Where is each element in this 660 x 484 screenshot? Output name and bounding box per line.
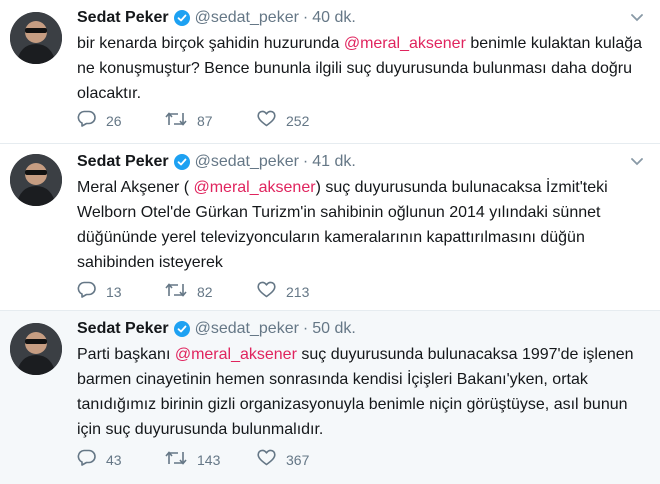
tweet-feed: Sedat Peker @sedat_peker · 40 dk. bir ke…: [0, 0, 660, 484]
mention-link[interactable]: @meral_aksener: [193, 179, 315, 196]
verified-badge-icon: [173, 154, 190, 170]
like-count: 367: [286, 452, 310, 468]
timestamp[interactable]: 50 dk.: [312, 320, 356, 338]
avatar[interactable]: [10, 154, 62, 206]
tweet-text-part: bir kenarda birçok şahidin huzurunda: [77, 35, 344, 52]
tweet[interactable]: Sedat Peker @sedat_peker · 40 dk. bir ke…: [0, 0, 660, 144]
tweet-text: Meral Akşener ( @meral_aksener) suç duyu…: [77, 175, 647, 275]
retweet-button[interactable]: 143: [165, 450, 257, 471]
heart-icon: [257, 281, 276, 303]
user-name[interactable]: Sedat Peker: [77, 153, 169, 171]
user-name[interactable]: Sedat Peker: [77, 320, 169, 338]
separator-dot: ·: [302, 153, 309, 170]
tweet-header: Sedat Peker @sedat_peker · 50 dk.: [77, 318, 356, 340]
mention-link[interactable]: @meral_aksener: [344, 35, 466, 52]
separator-dot: ·: [302, 9, 309, 26]
tweet-header: Sedat Peker @sedat_peker · 41 dk.: [77, 151, 356, 173]
tweet-text: Parti başkanı @meral_aksener suç duyurus…: [77, 342, 647, 442]
retweet-button[interactable]: 87: [165, 111, 257, 132]
avatar[interactable]: [10, 323, 62, 375]
timestamp[interactable]: 41 dk.: [312, 153, 356, 171]
chevron-down-icon[interactable]: [630, 13, 644, 23]
user-name[interactable]: Sedat Peker: [77, 9, 169, 27]
reply-button[interactable]: 13: [77, 281, 165, 303]
reply-icon: [77, 281, 96, 303]
tweet[interactable]: Sedat Peker @sedat_peker · 50 dk. Parti …: [0, 311, 660, 484]
chevron-down-icon[interactable]: [630, 157, 644, 167]
reply-button[interactable]: 26: [77, 110, 165, 132]
reply-button[interactable]: 43: [77, 449, 165, 471]
like-button[interactable]: 367: [257, 449, 347, 471]
reply-count: 43: [106, 452, 122, 468]
retweet-count: 87: [197, 113, 213, 129]
tweet-actions: 43 143 367: [77, 449, 347, 471]
reply-count: 26: [106, 113, 122, 129]
separator-dot: ·: [302, 320, 309, 337]
reply-icon: [77, 110, 96, 132]
heart-icon: [257, 449, 276, 471]
verified-badge-icon: [173, 10, 190, 26]
retweet-icon: [165, 282, 187, 303]
retweet-icon: [165, 450, 187, 471]
tweet-header: Sedat Peker @sedat_peker · 40 dk.: [77, 7, 356, 29]
tweet-text-part: Meral Akşener (: [77, 179, 194, 196]
retweet-count: 82: [197, 284, 213, 300]
tweet-actions: 13 82 213: [77, 281, 347, 303]
retweet-icon: [165, 111, 187, 132]
user-handle[interactable]: @sedat_peker: [195, 9, 299, 27]
tweet-actions: 26 87 252: [77, 110, 347, 132]
tweet-text-part: Parti başkanı: [77, 346, 175, 363]
avatar[interactable]: [10, 12, 62, 64]
reply-count: 13: [106, 284, 122, 300]
reply-icon: [77, 449, 96, 471]
mention-link[interactable]: @meral_aksener: [175, 346, 297, 363]
like-button[interactable]: 252: [257, 110, 347, 132]
like-count: 252: [286, 113, 310, 129]
user-handle[interactable]: @sedat_peker: [195, 153, 299, 171]
timestamp[interactable]: 40 dk.: [312, 9, 356, 27]
tweet-text: bir kenarda birçok şahidin huzurunda @me…: [77, 31, 647, 106]
tweet[interactable]: Sedat Peker @sedat_peker · 41 dk. Meral …: [0, 144, 660, 311]
heart-icon: [257, 110, 276, 132]
verified-badge-icon: [173, 321, 190, 337]
retweet-button[interactable]: 82: [165, 282, 257, 303]
retweet-count: 143: [197, 452, 221, 468]
like-button[interactable]: 213: [257, 281, 347, 303]
user-handle[interactable]: @sedat_peker: [195, 320, 299, 338]
like-count: 213: [286, 284, 310, 300]
